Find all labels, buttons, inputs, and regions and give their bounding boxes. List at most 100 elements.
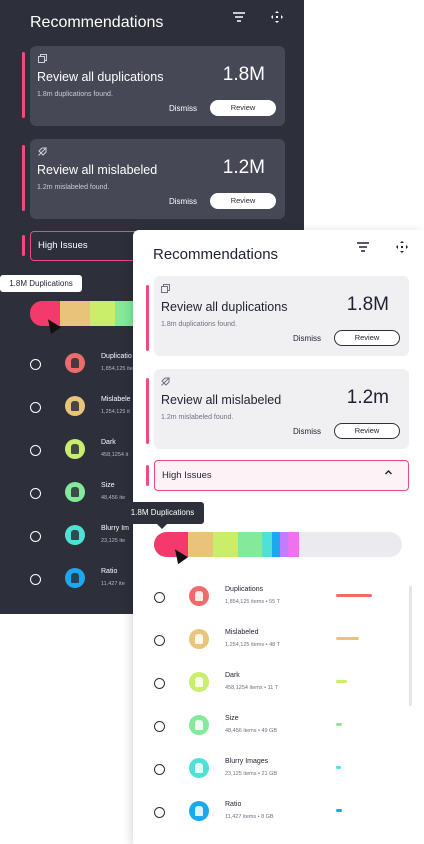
radio-button[interactable] [154,807,165,818]
review-button[interactable]: Review [210,100,276,116]
item-name: Size [225,715,239,722]
filter-icon[interactable] [232,10,246,26]
list-item[interactable]: Duplicatio 1,854,125 ite [30,353,140,389]
bar-segment-dark[interactable] [213,532,238,557]
card-title: Review all duplications [161,300,288,314]
item-meta: 48,456 items • 49 GB [225,728,278,734]
tag-off-icon [161,377,170,388]
category-avatar [65,396,85,416]
category-avatar [65,482,85,502]
item-meta: 23,125 items • 21 GB [225,771,278,777]
list-item[interactable]: Ratio 11,427 items • 8 GB [154,801,394,837]
dismiss-button[interactable]: Dismiss [293,427,321,436]
card-title: Review all mislabeled [37,163,158,177]
bar-segment-ratio[interactable] [272,532,280,557]
filter-icon[interactable] [356,240,370,256]
item-meta: 11,427 ite [101,581,125,587]
list-item[interactable]: Blurry Im 23,125 ite [30,525,140,561]
radio-button[interactable] [154,678,165,689]
issue-level-bar [336,637,359,640]
dismiss-button[interactable]: Dismiss [169,197,197,206]
category-avatar [189,672,209,692]
radio-button[interactable] [154,764,165,775]
high-issues-label: High Issues [38,240,88,251]
panel-title: Recommendations [30,14,164,31]
card-count: 1.8M [346,294,389,315]
radio-button[interactable] [30,574,41,585]
dark-segment-tooltip: 1.8M Duplications [0,275,82,292]
card-title: Review all mislabeled [161,393,282,407]
item-meta: 48,456 ite [101,495,126,501]
card-subtitle: 1.8m duplications found. [37,91,113,98]
category-avatar [189,715,209,735]
category-avatar [189,629,209,649]
panel-title: Recommendations [153,246,279,263]
review-button[interactable]: Review [210,193,276,209]
bar-segment-other[interactable] [280,532,288,557]
list-item[interactable]: Size 48,456 items • 49 GB [154,715,394,751]
list-item[interactable]: Mislabeled 1,254,125 items • 48 T [154,629,394,665]
item-meta: 458,1254 items • 11 T [225,685,279,691]
card-accent [22,145,25,211]
radio-button[interactable] [154,721,165,732]
radio-button[interactable] [154,592,165,603]
issue-level-bar [336,766,341,769]
list-item[interactable]: Ratio 11,427 ite [30,568,140,604]
category-avatar [65,353,85,373]
card-title: Review all duplications [37,70,164,84]
review-button[interactable]: Review [334,423,400,439]
bar-segment-blurry[interactable] [262,532,272,557]
card-accent [22,52,25,118]
high-issues-dropdown[interactable]: High Issues [30,231,150,261]
list-item[interactable]: Duplications 1,854,125 items • 55 T [154,586,394,622]
list-item[interactable]: Dark 458,1254 it [30,439,140,475]
item-meta: 1,254,125 items • 48 T [225,642,281,648]
issue-level-bar [336,809,342,812]
radio-button[interactable] [30,488,41,499]
high-issues-dropdown[interactable]: High Issues [154,460,409,491]
bar-segment-size[interactable] [238,532,262,557]
bar-segment-other-2[interactable] [288,532,299,557]
radio-button[interactable] [30,445,41,456]
item-meta: 23,125 ite [101,538,126,544]
item-name: Dark [101,439,116,446]
radio-button[interactable] [30,402,41,413]
radio-button[interactable] [30,531,41,542]
card-count: 1.8M [222,64,265,85]
review-button[interactable]: Review [334,330,400,346]
item-name: Duplicatio [101,353,132,360]
list-item[interactable]: Blurry Images 23,125 items • 21 GB [154,758,394,794]
bar-segment-dark[interactable] [90,301,115,326]
item-meta: 458,1254 it [101,452,129,458]
issue-level-bar [336,680,347,683]
item-name: Mislabele [101,396,131,403]
item-meta: 1,254,125 it [101,409,130,415]
issues-accent [146,465,149,486]
card-subtitle: 1.8m duplications found. [161,321,237,328]
copy-icon [161,284,170,295]
category-avatar [65,439,85,459]
radio-button[interactable] [30,359,41,370]
category-avatar [189,801,209,821]
recommendation-card-mislabeled: Review all mislabeled 1.2m 1.2m mislabel… [146,369,409,449]
card-subtitle: 1.2m mislabeled found. [37,184,110,191]
list-scrollbar[interactable] [409,586,412,706]
bar-segment-mislabeled[interactable] [60,301,90,326]
item-name: Ratio [101,568,118,575]
item-meta: 1,854,125 ite [101,366,133,372]
tag-off-icon [38,147,47,158]
chevron-up-icon[interactable] [384,468,393,480]
move-icon[interactable] [395,240,409,257]
dismiss-button[interactable]: Dismiss [293,334,321,343]
list-item[interactable]: Dark 458,1254 items • 11 T [154,672,394,708]
radio-button[interactable] [154,635,165,646]
item-name: Dark [225,672,240,679]
move-icon[interactable] [270,10,284,27]
category-avatar [189,758,209,778]
category-avatar [65,568,85,588]
item-name: Size [101,482,115,489]
bar-segment-mislabeled[interactable] [188,532,213,557]
list-item[interactable]: Mislabele 1,254,125 it [30,396,140,432]
issues-accent [22,235,25,256]
dismiss-button[interactable]: Dismiss [169,104,197,113]
